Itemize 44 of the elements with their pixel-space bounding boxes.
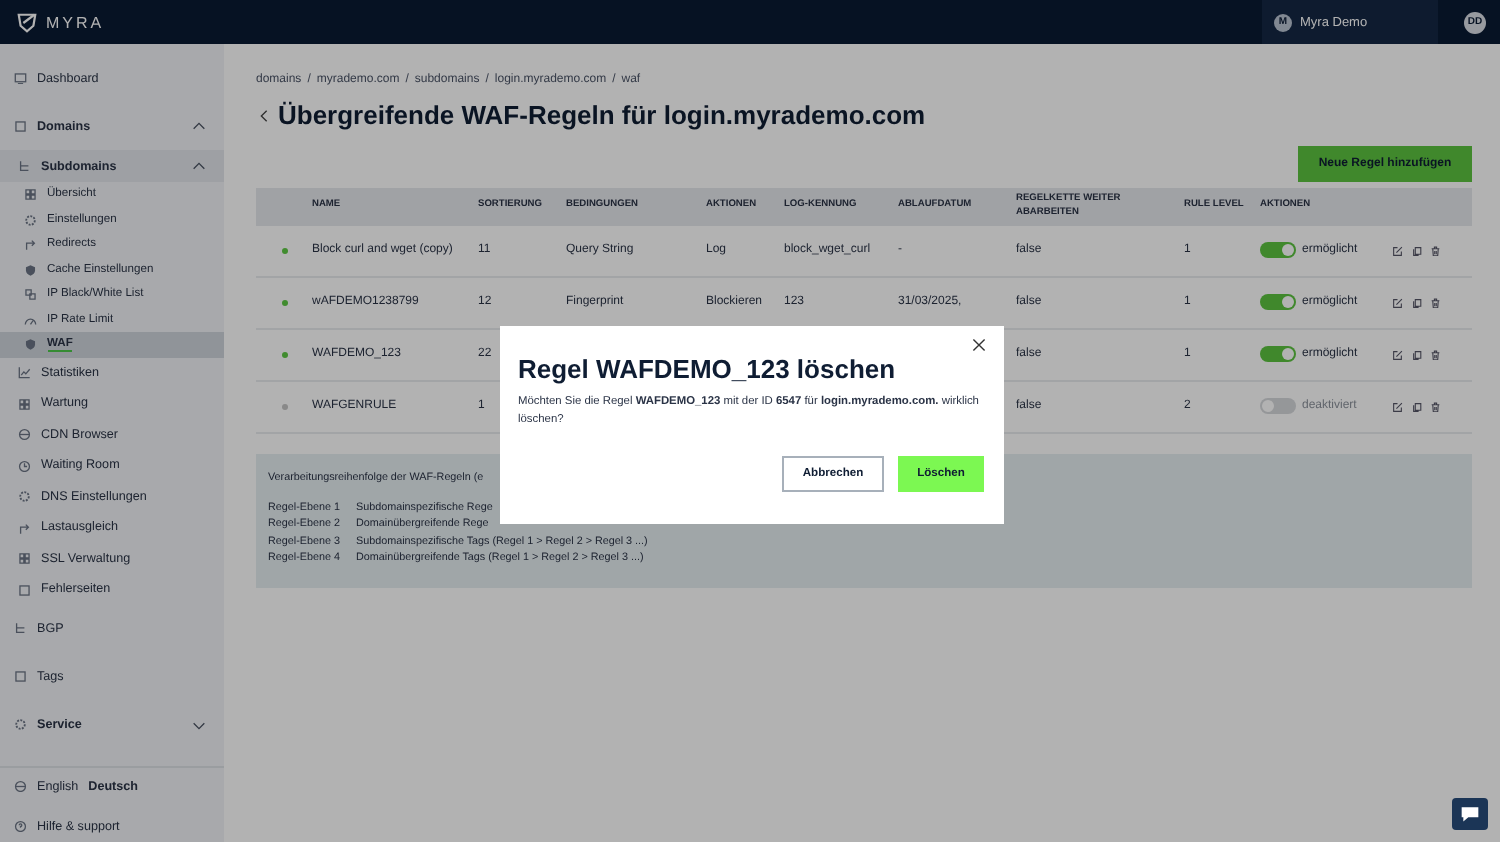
clock-icon bbox=[18, 459, 31, 472]
globe-icon bbox=[14, 779, 27, 793]
chat-bubble-icon bbox=[1460, 804, 1480, 824]
grid-icon bbox=[18, 397, 31, 410]
page-title: Übergreifende WAF-Regeln für login.myrademo.com bbox=[278, 100, 926, 130]
gauge-icon bbox=[24, 313, 37, 326]
edit-icon[interactable] bbox=[1392, 349, 1403, 361]
trash-icon[interactable] bbox=[1430, 245, 1441, 257]
grid-icon bbox=[24, 188, 37, 201]
logo-text: MYRA bbox=[46, 13, 105, 31]
grid-icon bbox=[18, 552, 31, 565]
globe-icon bbox=[18, 428, 31, 441]
arrow-icon bbox=[18, 521, 31, 534]
trash-icon[interactable] bbox=[1430, 401, 1441, 413]
help-icon bbox=[14, 819, 27, 833]
trash-icon[interactable] bbox=[1430, 297, 1441, 309]
square-icon bbox=[14, 670, 27, 684]
copy-icon[interactable] bbox=[1411, 245, 1422, 257]
shield-icon bbox=[24, 263, 37, 276]
square-icon bbox=[18, 583, 31, 596]
trash-icon[interactable] bbox=[1430, 349, 1441, 361]
edit-icon[interactable] bbox=[1392, 401, 1403, 413]
close-icon[interactable] bbox=[972, 338, 986, 352]
dialog-title: Regel WAFDEMO_123 löschen bbox=[518, 354, 898, 384]
shield-icon bbox=[24, 338, 37, 351]
chart-icon bbox=[18, 366, 31, 379]
copy-icon[interactable] bbox=[1411, 401, 1422, 413]
square-icon bbox=[14, 119, 27, 133]
shield-logo-icon bbox=[16, 11, 38, 33]
copy-icon[interactable] bbox=[1411, 297, 1422, 309]
toggle-switch[interactable] bbox=[1260, 398, 1296, 415]
toggle-switch[interactable] bbox=[1260, 294, 1296, 311]
chevron-icon bbox=[192, 721, 206, 729]
arrow-icon bbox=[24, 238, 37, 251]
chevron-icon bbox=[192, 162, 206, 170]
toggle-switch[interactable] bbox=[1260, 346, 1296, 363]
back-chevron-icon[interactable] bbox=[260, 107, 268, 123]
toggle-switch[interactable] bbox=[1260, 242, 1296, 259]
edit-icon[interactable] bbox=[1392, 297, 1403, 309]
chevron-icon bbox=[192, 122, 206, 130]
monitor-icon bbox=[14, 71, 27, 85]
chat-button[interactable] bbox=[1452, 798, 1488, 830]
copy-icon[interactable] bbox=[1411, 349, 1422, 361]
edit-icon[interactable] bbox=[1392, 245, 1403, 257]
